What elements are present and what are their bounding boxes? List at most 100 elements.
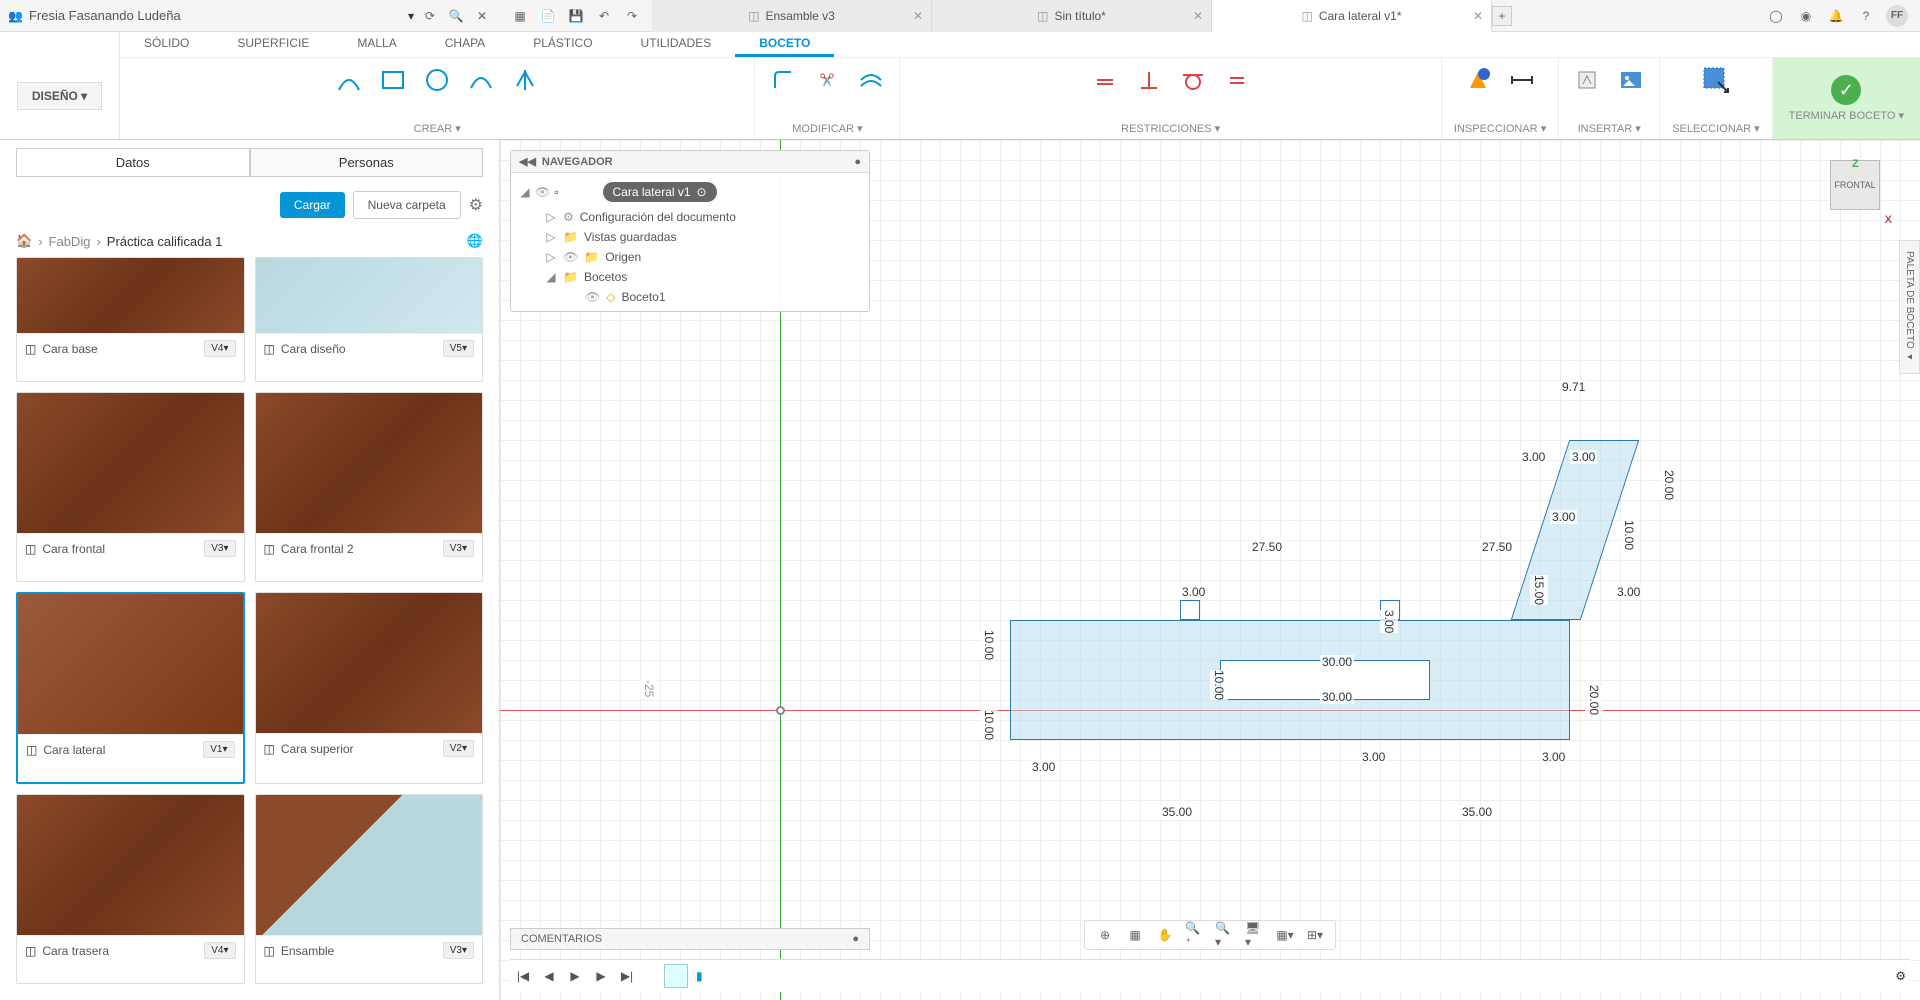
chevron-down-icon[interactable]: ▾ <box>408 9 414 23</box>
dimension-label[interactable]: 27.50 <box>1250 540 1284 554</box>
help-icon[interactable]: ? <box>1856 6 1876 26</box>
save-icon[interactable]: 💾 <box>566 6 586 26</box>
breadcrumb-folder[interactable]: FabDig <box>49 234 91 249</box>
dimension-label[interactable]: 20.00 <box>1585 685 1603 715</box>
thumb-card-selected[interactable]: ◫Cara lateralV1▾ <box>16 592 245 784</box>
eye-icon[interactable]: 👁 <box>535 185 550 199</box>
mirror-icon[interactable] <box>509 64 541 96</box>
pin-icon[interactable]: ● <box>852 933 859 945</box>
dimension-label[interactable]: 35.00 <box>1160 805 1194 819</box>
redo-icon[interactable]: ↷ <box>622 6 642 26</box>
orbit-icon[interactable]: ⊕ <box>1095 925 1115 945</box>
close-icon[interactable]: ✕ <box>1473 9 1483 23</box>
tab-chapa[interactable]: CHAPA <box>421 32 509 57</box>
select-icon[interactable] <box>1700 64 1732 96</box>
dimension-label[interactable]: 30.00 <box>1320 655 1354 669</box>
finish-sketch-button[interactable]: ✓ TERMINAR BOCETO ▾ <box>1773 58 1920 139</box>
timeline-end-icon[interactable]: ▶| <box>618 967 636 985</box>
zoom-icon[interactable]: 🔍⁺ <box>1185 925 1205 945</box>
gear-icon[interactable]: ⚙ <box>1895 969 1906 983</box>
tab-boceto[interactable]: BOCETO <box>735 32 834 57</box>
timeline-marker-icon[interactable]: ▮ <box>696 969 703 983</box>
fillet-icon[interactable] <box>767 64 799 96</box>
doc-tab-sintitulo[interactable]: ◫ Sin título* ✕ <box>932 0 1212 32</box>
look-icon[interactable]: ▦ <box>1125 925 1145 945</box>
gear-icon[interactable]: ⚙ <box>469 195 483 215</box>
tab-datos[interactable]: Datos <box>16 148 250 177</box>
thumb-card[interactable]: ◫Cara traseraV4▾ <box>16 794 245 984</box>
offset-icon[interactable] <box>855 64 887 96</box>
dimension-label[interactable]: 3.00 <box>1570 450 1597 464</box>
dimension-label[interactable]: 35.00 <box>1460 805 1494 819</box>
zoom-fit-icon[interactable]: 🔍▾ <box>1215 925 1235 945</box>
nueva-carpeta-button[interactable]: Nueva carpeta <box>353 191 461 219</box>
dimension-label[interactable]: 20.00 <box>1660 470 1678 500</box>
grid-icon[interactable]: ▦ <box>510 6 530 26</box>
thumb-card[interactable]: ◫Cara diseñoV5▾ <box>255 257 484 382</box>
dimension-label[interactable]: 27.50 <box>1480 540 1514 554</box>
thumb-card[interactable]: ◫Cara baseV4▾ <box>16 257 245 382</box>
dimension-label[interactable]: 3.00 <box>1615 585 1642 599</box>
close-icon[interactable]: ✕ <box>913 9 923 23</box>
circle-icon[interactable] <box>421 64 453 96</box>
dimension-icon[interactable] <box>1506 64 1538 96</box>
measure-icon[interactable] <box>1462 64 1494 96</box>
cargar-button[interactable]: Cargar <box>280 192 345 218</box>
pin-icon[interactable]: ● <box>854 156 861 168</box>
dimension-label[interactable]: 10.00 <box>980 630 998 660</box>
perpendicular-constraint-icon[interactable] <box>1133 64 1165 96</box>
thumb-card[interactable]: ◫Cara frontalV3▾ <box>16 392 245 582</box>
thumb-card[interactable]: ◫Cara superiorV2▾ <box>255 592 484 784</box>
add-tab-icon[interactable]: + <box>1492 6 1512 26</box>
dimension-label[interactable]: 30.00 <box>1320 690 1354 704</box>
extension-icon[interactable]: ◯ <box>1766 6 1786 26</box>
horizontal-constraint-icon[interactable] <box>1089 64 1121 96</box>
tree-root[interactable]: Cara lateral v1 ⊙ <box>603 182 717 202</box>
job-status-icon[interactable]: ◉ <box>1796 6 1816 26</box>
equal-constraint-icon[interactable] <box>1221 64 1253 96</box>
undo-icon[interactable]: ↶ <box>594 6 614 26</box>
dimension-label[interactable]: 3.00 <box>1360 750 1387 764</box>
sketch-palette-tab[interactable]: PALETA DE BOCETO ◂ <box>1899 240 1920 374</box>
doc-tab-caralateral[interactable]: ◫ Cara lateral v1* ✕ <box>1212 0 1492 32</box>
thumb-card[interactable]: ◫Cara frontal 2V3▾ <box>255 392 484 582</box>
eye-icon[interactable]: 👁 <box>585 290 600 304</box>
close-panel-icon[interactable]: ✕ <box>472 6 492 26</box>
display-icon[interactable]: 🖥▾ <box>1245 925 1265 945</box>
eye-icon[interactable]: 👁 <box>563 250 578 264</box>
image-icon[interactable] <box>1615 64 1647 96</box>
tree-item-vistas[interactable]: ▷📁Vistas guardadas <box>511 227 869 247</box>
comments-bar[interactable]: COMENTARIOS ● <box>510 928 870 950</box>
tab-superficie[interactable]: SUPERFICIE <box>213 32 333 57</box>
new-file-icon[interactable]: 📄 <box>538 6 558 26</box>
user-name[interactable]: Fresia Fasanando Ludeña <box>29 8 402 23</box>
tangent-constraint-icon[interactable] <box>1177 64 1209 96</box>
dimension-label[interactable]: 3.00 <box>1520 450 1547 464</box>
tab-malla[interactable]: MALLA <box>333 32 420 57</box>
tab-personas[interactable]: Personas <box>250 148 484 177</box>
line-icon[interactable] <box>333 64 365 96</box>
arc-icon[interactable] <box>465 64 497 96</box>
tab-solido[interactable]: SÓLIDO <box>120 32 213 57</box>
globe-icon[interactable]: 🌐 <box>467 233 483 249</box>
thumb-card[interactable]: ◫EnsambleV3▾ <box>255 794 484 984</box>
refresh-icon[interactable]: ⟳ <box>420 6 440 26</box>
dimension-label[interactable]: 3.00 <box>1180 585 1207 599</box>
pan-icon[interactable]: ✋ <box>1155 925 1175 945</box>
dimension-label[interactable]: 3.00 <box>1380 610 1398 633</box>
tab-utilidades[interactable]: UTILIDADES <box>617 32 736 57</box>
dimension-label[interactable]: 10.00 <box>980 710 998 740</box>
canvas[interactable]: ◀◀ NAVEGADOR ● ◢ 👁 ▫ Cara lateral v1 ⊙ ▷… <box>500 140 1920 1000</box>
collapse-icon[interactable]: ◀◀ <box>519 155 536 168</box>
dimension-label[interactable]: 10.00 <box>1210 670 1228 700</box>
tree-item-bocetos[interactable]: ◢📁Bocetos <box>511 267 869 287</box>
dimension-label[interactable]: 3.00 <box>1550 510 1577 524</box>
insert-icon[interactable] <box>1571 64 1603 96</box>
tree-item-boceto1[interactable]: 👁◇Boceto1 <box>511 287 869 307</box>
dimension-label[interactable]: 3.00 <box>1030 760 1057 774</box>
timeline-start-icon[interactable]: |◀ <box>514 967 532 985</box>
tab-plastico[interactable]: PLÁSTICO <box>509 32 616 57</box>
home-icon[interactable]: 🏠 <box>16 233 32 249</box>
close-icon[interactable]: ✕ <box>1193 9 1203 23</box>
doc-tab-ensamble[interactable]: ◫ Ensamble v3 ✕ <box>652 0 932 32</box>
